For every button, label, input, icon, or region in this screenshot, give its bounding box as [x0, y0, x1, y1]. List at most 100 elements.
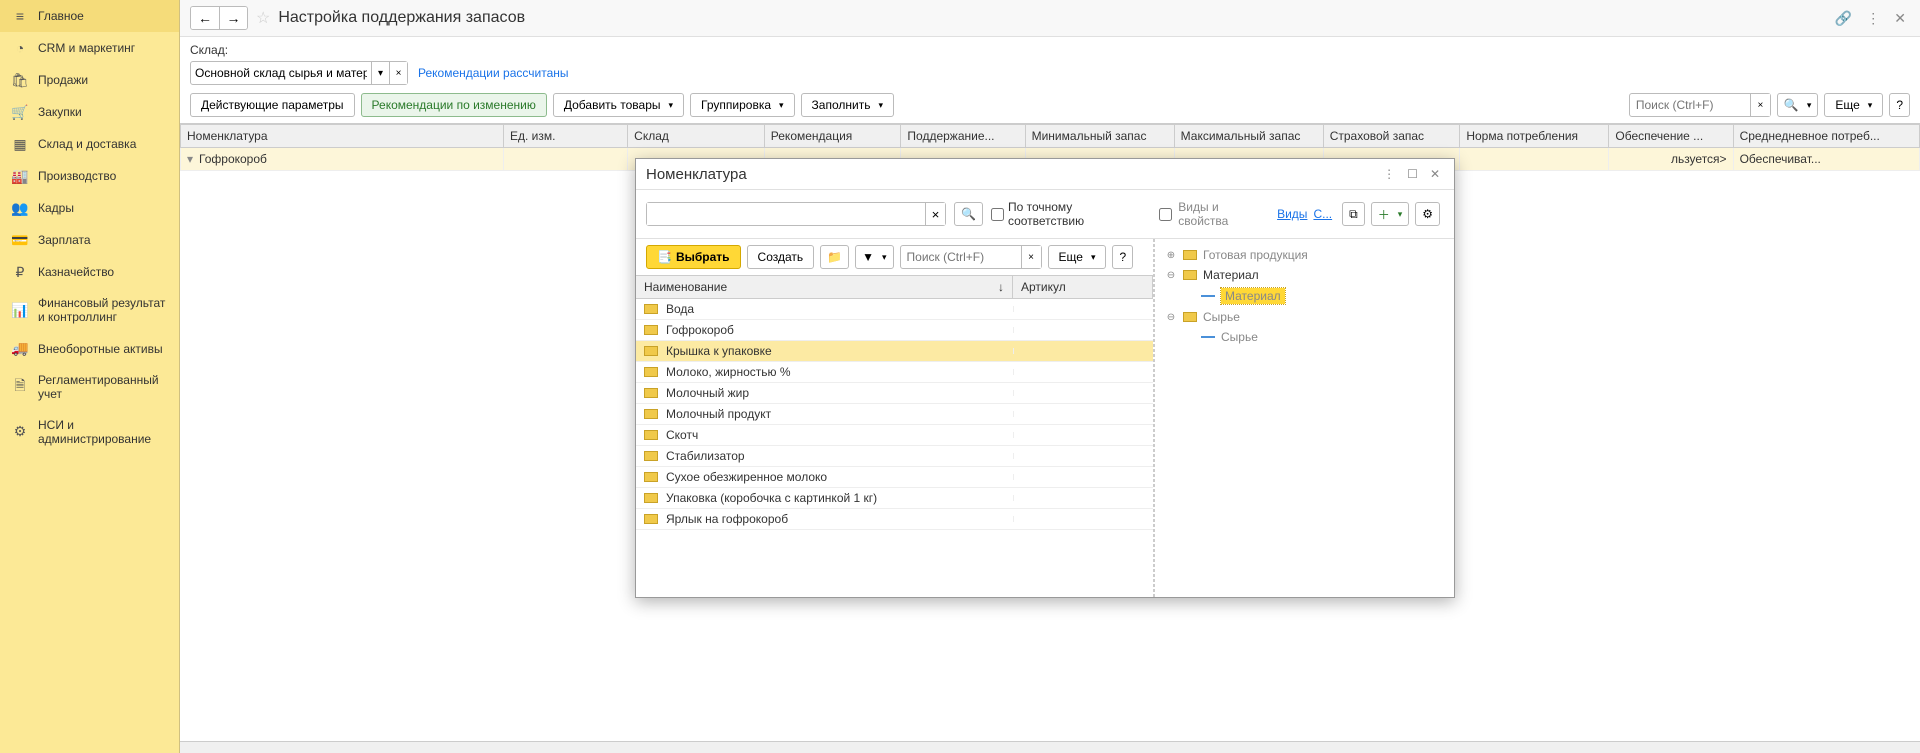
list-item[interactable]: Сухое обезжиренное молоко: [636, 467, 1153, 488]
create-group-button[interactable]: 📁: [820, 245, 849, 269]
sidebar-item-sales[interactable]: 🛍Продажи: [0, 64, 179, 96]
modal-list-search-input[interactable]: [901, 250, 1021, 264]
modal-list-search-clear[interactable]: ×: [1021, 246, 1041, 268]
app: ≡Главное ◔CRM и маркетинг 🛍Продажи 🛒Заку…: [0, 0, 1920, 753]
expand-icon[interactable]: ▾: [187, 152, 193, 166]
filter-button[interactable]: ▼: [855, 245, 893, 269]
fill-button[interactable]: Заполнить: [801, 93, 894, 117]
modal-close-icon[interactable]: ✕: [1426, 165, 1444, 183]
types-checkbox[interactable]: [1159, 208, 1172, 221]
reco-changes-button[interactable]: Рекомендации по изменению: [361, 93, 547, 117]
tree-row-finished[interactable]: ⊕Готовая продукция: [1159, 245, 1450, 265]
warehouse-clear-button[interactable]: ×: [389, 62, 407, 84]
modal-search-go-button[interactable]: 🔍: [954, 202, 983, 226]
modal-more-button[interactable]: Еще: [1048, 245, 1107, 269]
sidebar-item-label: Финансовый результат и контроллинг: [38, 296, 167, 325]
sidebar-item-nsi[interactable]: ⚙НСИ и администрирование: [0, 410, 179, 455]
select-button[interactable]: 📑Выбрать: [646, 245, 741, 269]
search-button[interactable]: 🔍: [1777, 93, 1818, 117]
search-box[interactable]: ×: [1629, 93, 1771, 117]
col-maintenance[interactable]: Поддержание...: [901, 125, 1025, 148]
modal-list[interactable]: ВодаГофрокоробКрышка к упаковкеМолоко, ж…: [636, 299, 1153, 597]
col-max-stock[interactable]: Максимальный запас: [1174, 125, 1323, 148]
modal-more-icon[interactable]: ⋮: [1379, 165, 1399, 183]
col-warehouse[interactable]: Склад: [628, 125, 765, 148]
col-safety-stock[interactable]: Страховой запас: [1323, 125, 1460, 148]
list-item[interactable]: Молоко, жирностью %: [636, 362, 1153, 383]
modal-help-button[interactable]: ?: [1112, 245, 1133, 269]
modal-list-search[interactable]: ×: [900, 245, 1042, 269]
tree-row-raw-leaf[interactable]: Сырье: [1159, 327, 1450, 347]
modal-list-head: Наименование↓ Артикул: [636, 275, 1153, 299]
sidebar-item-assets[interactable]: 🚚Внеоборотные активы: [0, 333, 179, 365]
back-button[interactable]: ←: [191, 7, 219, 29]
add-icon[interactable]: ＋: [1371, 202, 1410, 226]
grouping-button[interactable]: Группировка: [690, 93, 795, 117]
sidebar-item-production[interactable]: 🏭Производство: [0, 160, 179, 192]
modal-search-wide-input[interactable]: [647, 203, 925, 225]
types-c-link[interactable]: С...: [1313, 207, 1332, 221]
copy-icon[interactable]: ⧉: [1342, 202, 1365, 226]
list-item[interactable]: Ярлык на гофрокороб: [636, 509, 1153, 530]
list-item[interactable]: Вода: [636, 299, 1153, 320]
col-provision[interactable]: Обеспечение ...: [1609, 125, 1733, 148]
active-params-button[interactable]: Действующие параметры: [190, 93, 355, 117]
list-item[interactable]: Крышка к упаковке: [636, 341, 1153, 362]
list-item[interactable]: Стабилизатор: [636, 446, 1153, 467]
create-button[interactable]: Создать: [747, 245, 815, 269]
add-goods-button[interactable]: Добавить товары: [553, 93, 684, 117]
modal-search-wide[interactable]: ×: [646, 202, 946, 226]
col-unit[interactable]: Ед. изм.: [503, 125, 627, 148]
tree-row-material[interactable]: ⊖Материал: [1159, 265, 1450, 285]
horizontal-scrollbar[interactable]: [180, 741, 1920, 753]
sidebar-item-hr[interactable]: 👥Кадры: [0, 192, 179, 224]
list-item-label: Упаковка (коробочка с картинкой 1 кг): [666, 491, 877, 505]
collapse-icon[interactable]: ⊖: [1165, 270, 1177, 281]
modal-search-wide-clear[interactable]: ×: [925, 203, 945, 225]
col-consumption-norm[interactable]: Норма потребления: [1460, 125, 1609, 148]
sidebar-item-purchases[interactable]: 🛒Закупки: [0, 96, 179, 128]
col-avg-daily[interactable]: Среднедневное потреб...: [1733, 125, 1919, 148]
list-item[interactable]: Молочный жир: [636, 383, 1153, 404]
sidebar-item-warehouse[interactable]: ▦Склад и доставка: [0, 128, 179, 160]
col-recommendation[interactable]: Рекомендация: [764, 125, 901, 148]
tree[interactable]: ⊕Готовая продукция ⊖Материал Материал ⊖С…: [1155, 239, 1454, 597]
col-nomenclature[interactable]: Номенклатура: [181, 125, 504, 148]
modal-maximize-icon[interactable]: ☐: [1403, 165, 1422, 183]
sidebar-item-main[interactable]: ≡Главное: [0, 0, 179, 32]
types-link[interactable]: Виды: [1277, 207, 1307, 221]
col-name-header[interactable]: Наименование↓: [636, 276, 1013, 298]
list-item[interactable]: Молочный продукт: [636, 404, 1153, 425]
sidebar-item-reglament[interactable]: 🗎Регламентированный учет: [0, 365, 179, 410]
search-clear-button[interactable]: ×: [1750, 94, 1770, 116]
exact-match-checkbox[interactable]: По точному соответствию: [991, 200, 1151, 228]
warehouse-dropdown-button[interactable]: ▾: [371, 62, 389, 84]
tree-row-material-leaf[interactable]: Материал: [1159, 285, 1450, 307]
forward-button[interactable]: →: [219, 7, 247, 29]
list-item[interactable]: Упаковка (коробочка с картинкой 1 кг): [636, 488, 1153, 509]
sidebar-item-salary[interactable]: 💳Зарплата: [0, 224, 179, 256]
cart-icon: 🛒: [12, 104, 28, 120]
sidebar-item-finresult[interactable]: 📊Финансовый результат и контроллинг: [0, 288, 179, 333]
list-item[interactable]: Гофрокороб: [636, 320, 1153, 341]
recommendations-link[interactable]: Рекомендации рассчитаны: [418, 66, 569, 80]
more-menu-icon[interactable]: ⋮: [1862, 8, 1884, 29]
tree-row-raw[interactable]: ⊖Сырье: [1159, 307, 1450, 327]
exact-match-input[interactable]: [991, 208, 1004, 221]
list-item[interactable]: Скотч: [636, 425, 1153, 446]
sidebar-item-crm[interactable]: ◔CRM и маркетинг: [0, 32, 179, 64]
sidebar-item-treasury[interactable]: ₽Казначейство: [0, 256, 179, 288]
warehouse-select[interactable]: ▾ ×: [190, 61, 408, 85]
more-button[interactable]: Еще: [1824, 93, 1883, 117]
col-art-header[interactable]: Артикул: [1013, 276, 1153, 298]
collapse-icon[interactable]: ⊖: [1165, 312, 1177, 323]
expand-icon[interactable]: ⊕: [1165, 250, 1177, 261]
star-icon[interactable]: ☆: [256, 8, 270, 28]
col-min-stock[interactable]: Минимальный запас: [1025, 125, 1174, 148]
warehouse-input[interactable]: [191, 66, 371, 80]
help-button[interactable]: ?: [1889, 93, 1910, 117]
settings-icon[interactable]: ⚙: [1415, 202, 1440, 226]
link-icon[interactable]: 🔗: [1831, 8, 1856, 29]
close-icon[interactable]: ✕: [1890, 8, 1910, 29]
search-input[interactable]: [1630, 98, 1750, 112]
